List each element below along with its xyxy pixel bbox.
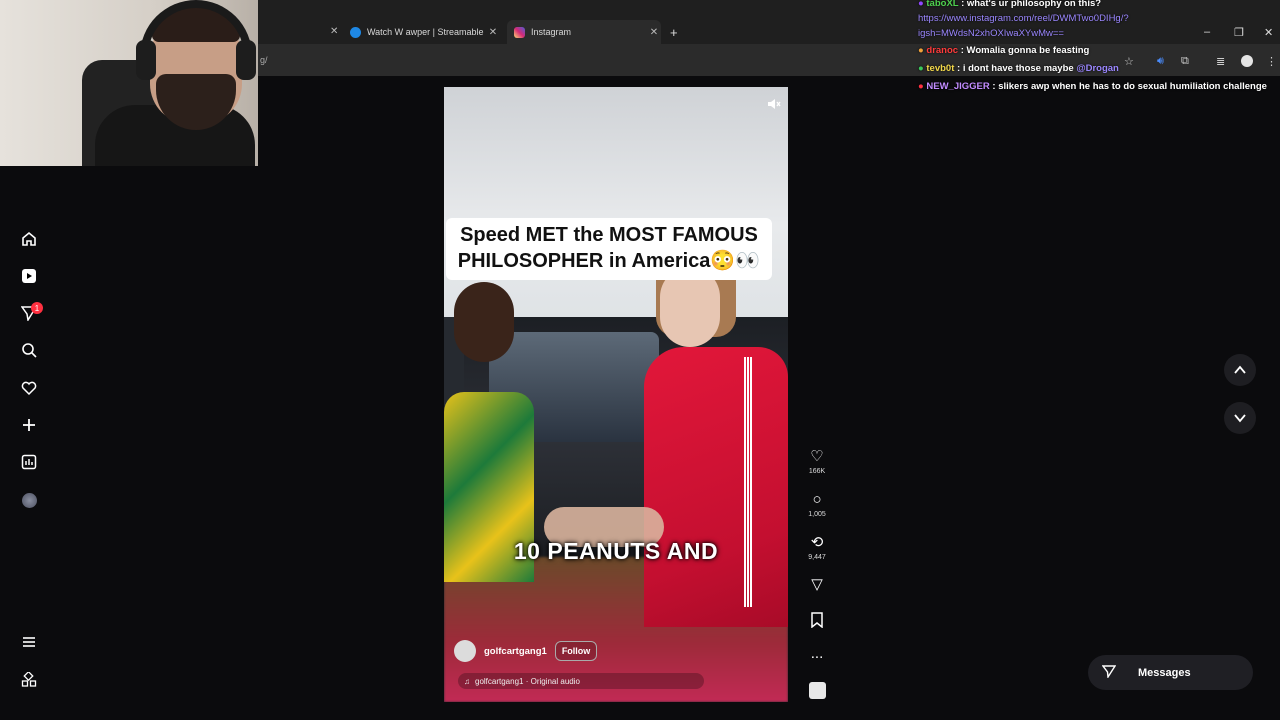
bookmark-icon [811,612,823,629]
next-reel-button[interactable] [1224,402,1256,434]
audio-avatar-icon [808,682,826,699]
comment-count: 1,005 [808,511,826,518]
chat-text: : Womalia gonna be feasting [960,45,1090,56]
share-icon: ▽ [811,576,823,593]
apps-icon[interactable] [20,671,38,689]
chat-link[interactable]: igsh=MWdsN2xhOXIwaXYwMw== [918,28,1064,39]
audio-icon[interactable]: 🔊︎ [1157,55,1164,68]
browser-menu-icon[interactable]: ⋮ [1266,55,1277,68]
more-icon: ... [810,645,824,662]
minimize-icon[interactable]: – [1204,26,1210,38]
video-person-right [634,227,788,627]
repost-button[interactable]: ⟲ 9,447 [804,534,830,562]
person-right-stripe [744,357,752,607]
audio-label: golfcartgang1 · Original audio [475,676,580,686]
comment-icon: ○ [812,491,822,508]
repost-count: 9,447 [808,554,826,561]
video-title-caption: Speed MET the MOST FAMOUS PHILOSOPHER in… [446,218,772,280]
save-button[interactable] [804,612,830,633]
chat-link[interactable]: https://www.instagram.com/reel/DWMTwo0DI… [918,13,1129,24]
comment-button[interactable]: ○ 1,005 [804,491,830,519]
tab-close-icon[interactable]: ✕ [486,27,500,38]
headset-ear-right [236,40,256,80]
tab-label: Watch W awper | Streamable [367,27,484,37]
music-note-icon: ♫ [464,676,470,686]
chat-message: ● dranoc : Womalia gonna be feasting [918,45,1089,56]
heart-icon: ♡ [810,448,824,465]
previous-reel-button[interactable] [1224,354,1256,386]
repost-icon: ⟲ [810,534,824,551]
tab-close-icon[interactable]: ✕ [330,26,338,37]
author-row: golfcartgang1 Follow [454,640,598,662]
chat-badge-icon: ● [918,0,924,9]
messages-button[interactable]: Messages [1088,655,1253,690]
video-subtitle: 10 PEANUTS AND [513,538,719,564]
more-options-button[interactable]: ... [804,646,830,662]
bookmark-star-icon[interactable]: ☆ [1124,55,1134,68]
share-button[interactable]: ▽ [804,577,830,593]
home-icon[interactable] [20,230,38,248]
messages-icon [1101,664,1117,681]
follow-button[interactable]: Follow [554,641,598,661]
heart-icon[interactable] [20,379,38,397]
chat-username: dranoc [926,45,959,56]
create-icon[interactable] [20,416,38,434]
chat-mention: @Drogan [1076,63,1119,74]
chevron-down-icon [1234,414,1246,423]
mute-icon[interactable] [767,97,783,113]
chat-text: : i dont have those maybe [957,63,1074,74]
chat-text: : slikers awp when he has to do sexual h… [992,81,1267,92]
chat-badge-icon: ● [918,45,924,56]
messages-label: Messages [1138,666,1191,679]
profile-icon[interactable] [20,491,38,509]
profile-avatar-icon[interactable] [1241,55,1253,67]
like-count: 166K [808,468,826,475]
chevron-up-icon [1234,365,1246,374]
chat-username: tevb0t [926,63,955,74]
streamer-webcam [0,0,258,166]
chat-message: ● tevb0t : i dont have those maybe @Drog… [918,63,1119,74]
headset-ear-left [136,40,156,80]
tab-streamable[interactable]: Watch W awper | Streamable ✕ [350,20,500,44]
avatar[interactable] [454,640,476,662]
dashboard-icon[interactable] [20,453,38,471]
person-right-jacket [644,347,788,627]
streamable-favicon-icon [350,26,361,38]
chat-badge-icon: ● [918,63,924,74]
chat-username: NEW_JIGGER [926,81,990,92]
notification-badge: 1 [31,302,43,314]
media-controls-icon[interactable]: ≣ [1216,55,1225,68]
search-icon[interactable] [20,341,38,359]
tab-label: Instagram [531,27,572,37]
person-left-head [454,282,514,362]
tab-close-icon[interactable]: ✕ [647,27,661,38]
menu-icon[interactable] [20,633,38,651]
url-text[interactable]: g/ [260,55,268,65]
instagram-favicon-icon [514,26,525,38]
chat-message: ● NEW_JIGGER : slikers awp when he has t… [918,81,1267,92]
new-tab-button[interactable]: + [670,25,678,40]
reels-icon[interactable] [20,267,38,285]
video-person-left [444,282,544,582]
like-button[interactable]: ♡ 166K [804,448,830,476]
close-window-icon[interactable]: ✕ [1264,26,1273,39]
tab-instagram[interactable]: Instagram ✕ [507,20,661,44]
chat-message: ● taboXL : what's ur philosophy on this? [918,0,1101,9]
audio-source-thumb[interactable] [804,682,830,699]
audio-info[interactable]: ♫ golfcartgang1 · Original audio [458,673,704,689]
chat-text: : what's ur philosophy on this? [961,0,1102,9]
author-username[interactable]: golfcartgang1 [484,646,547,657]
chat-badge-icon: ● [918,81,924,92]
chat-username: taboXL [926,0,959,9]
extensions-icon[interactable]: ⧉ [1181,55,1189,68]
maximize-icon[interactable]: ❐ [1234,26,1244,39]
reel-video[interactable]: Speed MET the MOST FAMOUS PHILOSOPHER in… [444,87,788,702]
